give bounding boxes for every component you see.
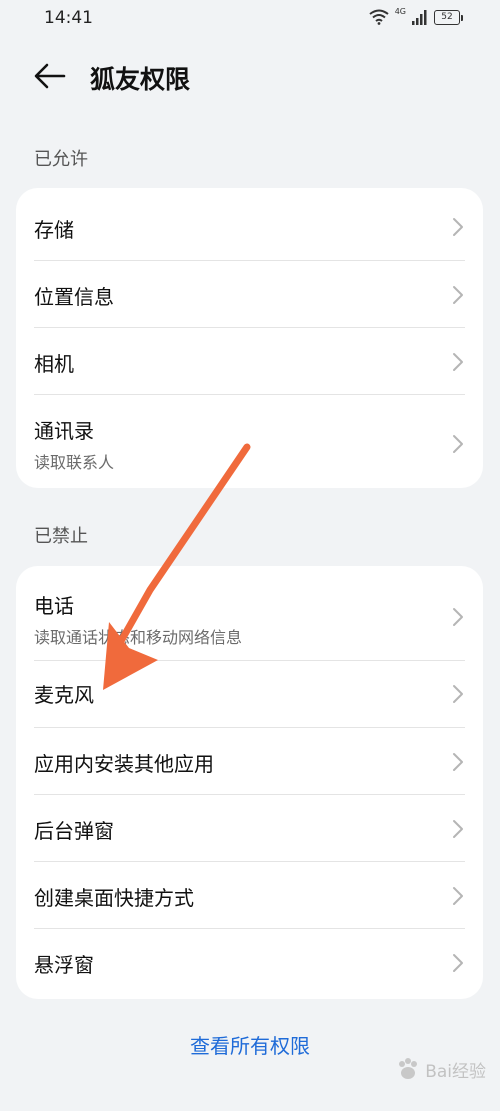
battery-level: 52 [441,11,453,22]
row-title: 相机 [34,352,74,376]
chevron-right-icon [453,435,463,453]
paw-icon [399,1058,418,1079]
row-subtitle: 读取通话状态和移动网络信息 [34,628,243,647]
chevron-right-icon [453,286,463,304]
chevron-right-icon [453,353,463,371]
chevron-right-icon [453,685,463,703]
chevron-right-icon [453,218,463,236]
view-all-permissions-link[interactable]: 查看所有权限 [0,1030,500,1059]
network-type: 4G [394,6,406,16]
section-label-allowed: 已允许 [34,149,88,170]
row-title: 应用内安装其他应用 [34,752,214,776]
permission-row-phone[interactable]: 电话 读取通话状态和移动网络信息 [16,566,483,661]
row-title: 存储 [34,218,74,242]
permission-row-storage[interactable]: 存储 [16,188,483,261]
back-button[interactable] [30,58,70,94]
section-label-denied: 已禁止 [34,526,88,547]
row-title: 创建桌面快捷方式 [34,886,194,910]
watermark: Bai经验 [395,1056,486,1082]
signal-icon [412,9,427,25]
row-title: 后台弹窗 [34,819,114,843]
header: 狐友权限 [0,50,500,102]
permission-row-microphone[interactable]: 麦克风 [16,661,483,728]
permission-row-desktop-shortcut[interactable]: 创建桌面快捷方式 [16,862,483,929]
permission-row-camera[interactable]: 相机 [16,328,483,395]
back-arrow-icon [34,63,66,89]
chevron-right-icon [453,954,463,972]
allowed-card: 存储 位置信息 相机 通讯录 读取联系人 [16,188,483,488]
row-title: 麦克风 [34,683,94,707]
permission-row-background-popup[interactable]: 后台弹窗 [16,795,483,862]
battery-icon: 52 [434,9,463,25]
chevron-right-icon [453,820,463,838]
chevron-right-icon [453,608,463,626]
status-time: 14:41 [44,8,93,28]
permission-row-contacts[interactable]: 通讯录 读取联系人 [16,395,483,488]
chevron-right-icon [453,753,463,771]
status-bar: 14:41 4G 52 [0,0,500,38]
permission-row-floating-window[interactable]: 悬浮窗 [16,929,483,999]
row-title: 位置信息 [34,285,114,309]
watermark-text: Bai经验 [425,1061,486,1082]
page-title: 狐友权限 [90,65,191,94]
chevron-right-icon [453,887,463,905]
permission-row-location[interactable]: 位置信息 [16,261,483,328]
row-title: 悬浮窗 [34,953,94,977]
row-title: 通讯录 [34,419,94,443]
status-icons: 4G 52 [369,6,463,25]
row-title: 电话 [34,594,74,618]
denied-card: 电话 读取通话状态和移动网络信息 麦克风 应用内安装其他应用 后台弹窗 创建桌面… [16,566,483,999]
permission-row-install-apps[interactable]: 应用内安装其他应用 [16,728,483,795]
row-subtitle: 读取联系人 [34,453,115,472]
wifi-icon [369,9,389,25]
